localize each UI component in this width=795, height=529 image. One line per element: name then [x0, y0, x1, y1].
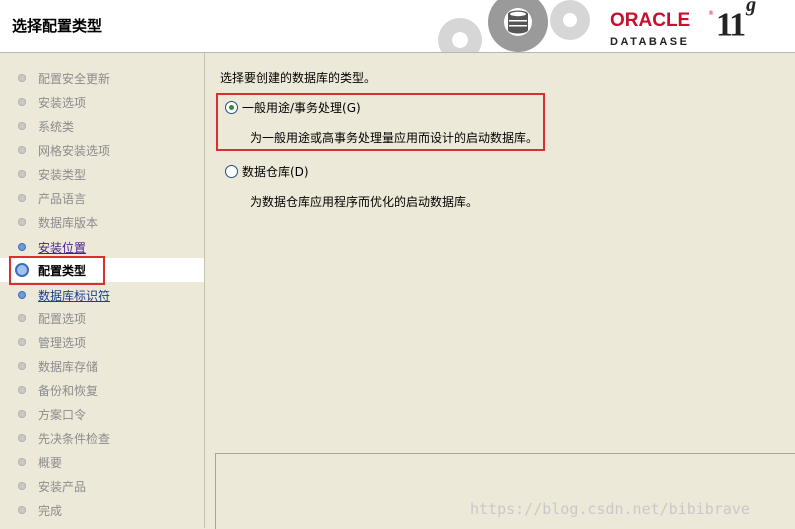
step-dot-icon	[18, 434, 26, 442]
sidebar-item-label: 数据库存储	[38, 360, 99, 374]
product-name: DATABASE	[610, 36, 690, 48]
sidebar-item-label[interactable]: 安装位置	[38, 239, 86, 256]
oracle-brand: ORACLE	[610, 10, 691, 31]
gears-database-icon	[438, 0, 590, 52]
sidebar-item-database-storage: 数据库存储	[0, 354, 204, 378]
step-dot-icon	[18, 218, 26, 226]
version-number: 11	[716, 6, 746, 44]
option-label[interactable]: 数据仓库(D)	[242, 163, 309, 180]
window-header: 选择配置类型 ORACLE ® DATABASE 11g	[0, 0, 795, 53]
version-suffix: g	[746, 0, 756, 16]
oracle-logo: ORACLE ® DATABASE	[610, 10, 720, 50]
step-dot-icon	[18, 314, 26, 322]
step-dot-icon	[18, 98, 26, 106]
sidebar-item-grid-options: 网格安装选项	[0, 138, 204, 162]
sidebar-item-label: 安装类型	[38, 168, 87, 182]
sidebar-item-backup-recovery: 备份和恢复	[0, 378, 204, 402]
sidebar-item-label: 产品语言	[38, 192, 87, 206]
sidebar-item-config-options: 配置选项	[0, 306, 204, 330]
sidebar-item-label: 安装产品	[38, 480, 87, 494]
sidebar-item-label: 配置安全更新	[38, 72, 111, 86]
sidebar-item-database-edition: 数据库版本	[0, 210, 204, 234]
radio-data-warehouse[interactable]	[225, 165, 238, 178]
sidebar-item-label: 数据库版本	[38, 216, 99, 230]
steps-sidebar: 配置安全更新 安装选项 系统类 网格安装选项 安装类型 产品语言 数据库版本 安…	[0, 53, 205, 528]
step-dot-icon	[18, 291, 26, 299]
selected-option-annotation	[216, 93, 545, 151]
step-dot-icon	[18, 506, 26, 514]
sidebar-item-database-identifier[interactable]: 数据库标识符	[0, 283, 204, 307]
sidebar-item-prerequisite-checks: 先决条件检查	[0, 426, 204, 450]
sidebar-item-label: 概要	[38, 456, 63, 470]
version-badge: 11g	[716, 0, 756, 44]
step-dot-icon	[18, 386, 26, 394]
step-dot-icon	[18, 410, 26, 418]
page-title: 选择配置类型	[12, 17, 103, 35]
step-dot-icon	[18, 146, 26, 154]
step-dot-icon	[18, 243, 26, 251]
sidebar-item-summary: 概要	[0, 450, 204, 474]
sidebar-item-label: 先决条件检查	[38, 432, 111, 446]
sidebar-item-system-class: 系统类	[0, 114, 204, 138]
watermark-text: https://blog.csdn.net/bibibrave	[470, 500, 750, 518]
step-dot-icon	[18, 122, 26, 130]
sidebar-item-install-options: 安装选项	[0, 90, 204, 114]
sidebar-item-label: 备份和恢复	[38, 384, 99, 398]
step-dot-icon	[18, 482, 26, 490]
option-data-warehouse[interactable]: 数据仓库(D)	[225, 163, 525, 183]
step-dot-icon	[18, 362, 26, 370]
sidebar-item-label: 方案口令	[38, 408, 87, 422]
sidebar-item-install-product: 安装产品	[0, 474, 204, 498]
step-dot-icon	[18, 338, 26, 346]
sidebar-item-product-language: 产品语言	[0, 186, 204, 210]
sidebar-item-finish: 完成	[0, 498, 204, 522]
sidebar-item-label: 系统类	[38, 120, 75, 134]
sidebar-item-label: 配置选项	[38, 312, 87, 326]
sidebar-item-label: 安装选项	[38, 96, 87, 110]
sidebar-item-security-updates: 配置安全更新	[0, 66, 204, 90]
registered-mark: ®	[708, 10, 714, 17]
sidebar-item-label[interactable]: 数据库标识符	[38, 287, 110, 304]
sidebar-item-install-type: 安装类型	[0, 162, 204, 186]
sidebar-item-schema-passwords: 方案口令	[0, 402, 204, 426]
sidebar-item-label: 网格安装选项	[38, 144, 111, 158]
sidebar-item-label: 完成	[38, 504, 63, 518]
step-dot-icon	[18, 74, 26, 82]
step-dot-icon	[18, 458, 26, 466]
sidebar-item-label: 管理选项	[38, 336, 87, 350]
sidebar-item-management-options: 管理选项	[0, 330, 204, 354]
current-step-annotation	[9, 256, 105, 285]
option-description: 为数据仓库应用程序而优化的启动数据库。	[250, 195, 479, 209]
step-dot-icon	[18, 170, 26, 178]
step-dot-icon	[18, 194, 26, 202]
instruction-text: 选择要创建的数据库的类型。	[220, 71, 377, 85]
